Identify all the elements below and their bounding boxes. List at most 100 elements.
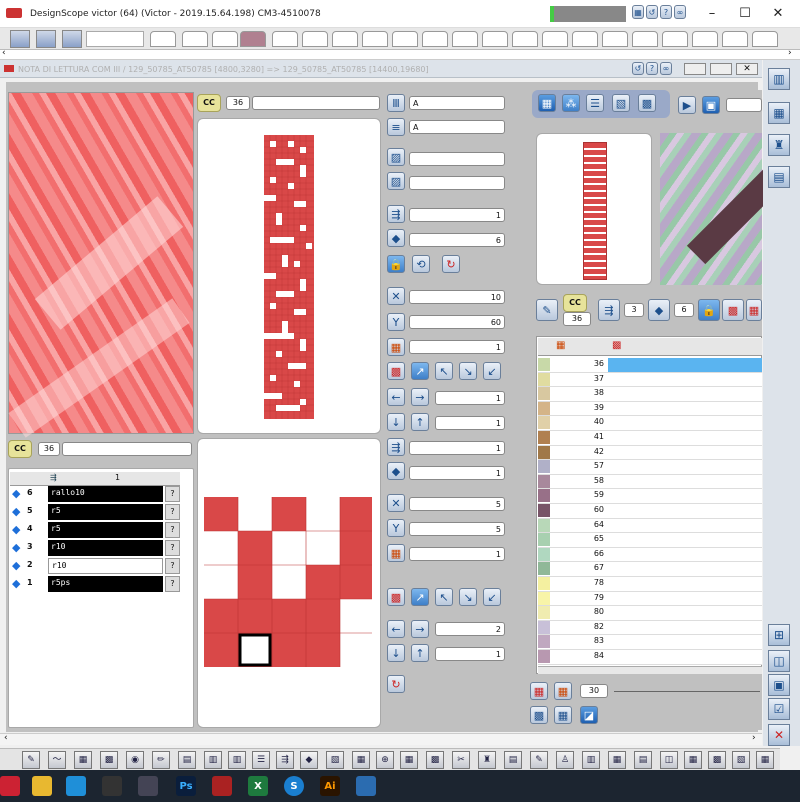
app-taskbar-icon[interactable] — [0, 776, 20, 796]
tool-icon[interactable]: ✂ — [452, 751, 470, 769]
color-table-row[interactable]: 67 — [538, 562, 762, 577]
tool-icon[interactable]: ⇶ — [276, 751, 294, 769]
tool-tab[interactable] — [572, 31, 598, 47]
tool-tab[interactable] — [240, 31, 266, 47]
tool-icon[interactable]: ✎ — [22, 751, 40, 769]
layer-help-button[interactable]: ? — [165, 558, 180, 574]
color-table-row[interactable]: 42 — [538, 445, 762, 461]
tool-tab[interactable] — [422, 31, 448, 47]
folder-taskbar-icon[interactable] — [32, 776, 52, 796]
lock-icon[interactable]: 🔒 — [387, 255, 405, 273]
color-table-row[interactable]: 64 — [538, 518, 762, 534]
dots-view-icon[interactable]: ⁂ — [562, 94, 580, 112]
zoom-value[interactable]: 30 — [580, 684, 608, 698]
tool-icon[interactable]: ◆ — [300, 751, 318, 769]
check-icon[interactable]: ☑ — [768, 698, 790, 720]
tool-icon[interactable]: ▦ — [74, 751, 92, 769]
minimize-button[interactable]: – — [694, 4, 730, 24]
warp-field[interactable]: A — [409, 96, 505, 110]
image-view-icon[interactable]: ▩ — [638, 94, 656, 112]
scroll-left-icon[interactable]: ‹ — [4, 733, 8, 743]
tool-icon[interactable]: ▥ — [582, 751, 600, 769]
zoom-slider[interactable] — [614, 691, 760, 692]
layer-row[interactable]: ◆ 5 r5? — [10, 504, 180, 521]
layers-icon[interactable]: ⇶ — [387, 205, 405, 223]
tool-tab[interactable] — [602, 31, 628, 47]
tool-icon[interactable]: ▦ — [608, 751, 626, 769]
color-table-row[interactable]: 59 — [538, 489, 762, 504]
open-icon[interactable]: ▶ — [678, 96, 696, 114]
arrow2-sw-icon[interactable]: ↙ — [483, 588, 501, 606]
tool-icon[interactable]: ▥ — [204, 751, 222, 769]
color-table-row[interactable]: 39 — [538, 401, 762, 417]
arrow2-down-icon[interactable]: ↓ — [387, 644, 405, 662]
repeat-icon[interactable]: ⊞ — [768, 624, 790, 646]
tool-icon[interactable]: ▧ — [326, 751, 344, 769]
color-table-row[interactable]: 58 — [538, 474, 762, 490]
weave-icon[interactable]: ▦ — [768, 102, 790, 124]
window-tools[interactable]: ▦ ↺ ? ∞ — [632, 5, 690, 21]
save-file-icon[interactable]: ▣ — [702, 96, 720, 114]
repeat-grid[interactable] — [204, 497, 372, 667]
color-preview[interactable] — [660, 133, 784, 285]
pattern-field[interactable] — [409, 152, 505, 166]
color-table-row[interactable]: 41 — [538, 431, 762, 446]
h-step-field[interactable]: 1 — [435, 391, 505, 405]
layer-name[interactable]: r10 — [48, 558, 163, 574]
maximize-button[interactable]: ☐ — [727, 4, 763, 24]
color-table-row[interactable]: 78 — [538, 577, 762, 592]
layer-name[interactable]: r5ps — [48, 576, 163, 592]
color-table-row[interactable]: 66 — [538, 547, 762, 563]
designscope-taskbar-icon[interactable] — [138, 776, 158, 796]
texture2-icon[interactable]: ▦ — [554, 706, 572, 724]
x-field[interactable]: 10 — [409, 290, 505, 304]
arrow-right-icon[interactable]: → — [411, 388, 429, 406]
sub-close-button[interactable]: ✕ — [736, 63, 758, 75]
pattern-toggle-icon[interactable]: ▦ — [746, 299, 762, 321]
tool-icon[interactable]: ▩ — [426, 751, 444, 769]
palette-icon[interactable]: ▦ — [554, 682, 572, 700]
tool-tab[interactable] — [362, 31, 388, 47]
select-icon[interactable]: ◪ — [580, 706, 598, 724]
cc-name-field[interactable] — [62, 442, 192, 456]
color-table-row[interactable]: 82 — [538, 620, 762, 636]
scroll-right-icon[interactable]: › — [752, 733, 756, 743]
chart-icon[interactable]: ▤ — [768, 166, 790, 188]
horizontal-scrollbar[interactable]: ‹ › — [0, 733, 762, 745]
photoshop-taskbar-icon[interactable]: Ps — [176, 776, 196, 796]
weave-strip[interactable] — [264, 135, 314, 419]
layer-help-button[interactable]: ? — [165, 486, 180, 502]
fill-toggle-icon[interactable]: ▩ — [722, 299, 744, 321]
tool-icon[interactable]: ▤ — [504, 751, 522, 769]
app2-taskbar-icon[interactable] — [212, 776, 232, 796]
y-field[interactable]: 60 — [409, 315, 505, 329]
tool-icon[interactable]: ✏ — [152, 751, 170, 769]
layer-name[interactable]: r10 — [48, 540, 163, 556]
drop-field[interactable]: 6 — [409, 233, 505, 247]
layer-row[interactable]: ◆ 4 r5? — [10, 522, 180, 539]
h2-step-field[interactable]: 2 — [435, 622, 505, 636]
tool-tab[interactable] — [632, 31, 658, 47]
warp2-icon[interactable]: ⇶ — [387, 438, 405, 456]
drop-toggle-icon[interactable]: ◆ — [648, 299, 670, 321]
help-icon[interactable]: ? — [660, 5, 672, 19]
tool-tab[interactable] — [542, 31, 568, 47]
tool-tab[interactable] — [182, 31, 208, 47]
link-icon[interactable]: ∞ — [674, 5, 686, 19]
color-table-row[interactable]: 37 — [538, 372, 762, 388]
lock-toggle-icon[interactable]: 🔒 — [698, 299, 720, 321]
x2-icon[interactable]: ✕ — [387, 494, 405, 512]
arrow2-up-icon[interactable]: ↑ — [411, 644, 429, 662]
tool-tab[interactable] — [392, 31, 418, 47]
arrow2-left-icon[interactable]: ← — [387, 620, 405, 638]
scroll-right-icon[interactable]: › — [788, 48, 792, 58]
layout-icon[interactable]: ▣ — [768, 674, 790, 696]
cc-button[interactable]: CC — [563, 294, 587, 312]
fabric-preview[interactable] — [8, 92, 194, 438]
layer-help-button[interactable]: ? — [165, 576, 180, 592]
layers-field[interactable]: 1 — [409, 208, 505, 222]
layer-help-button[interactable]: ? — [165, 522, 180, 538]
arrow2-se-icon[interactable]: ↘ — [459, 588, 477, 606]
color-view-icon[interactable]: ▧ — [612, 94, 630, 112]
arrow-nw-icon[interactable]: ↖ — [435, 362, 453, 380]
